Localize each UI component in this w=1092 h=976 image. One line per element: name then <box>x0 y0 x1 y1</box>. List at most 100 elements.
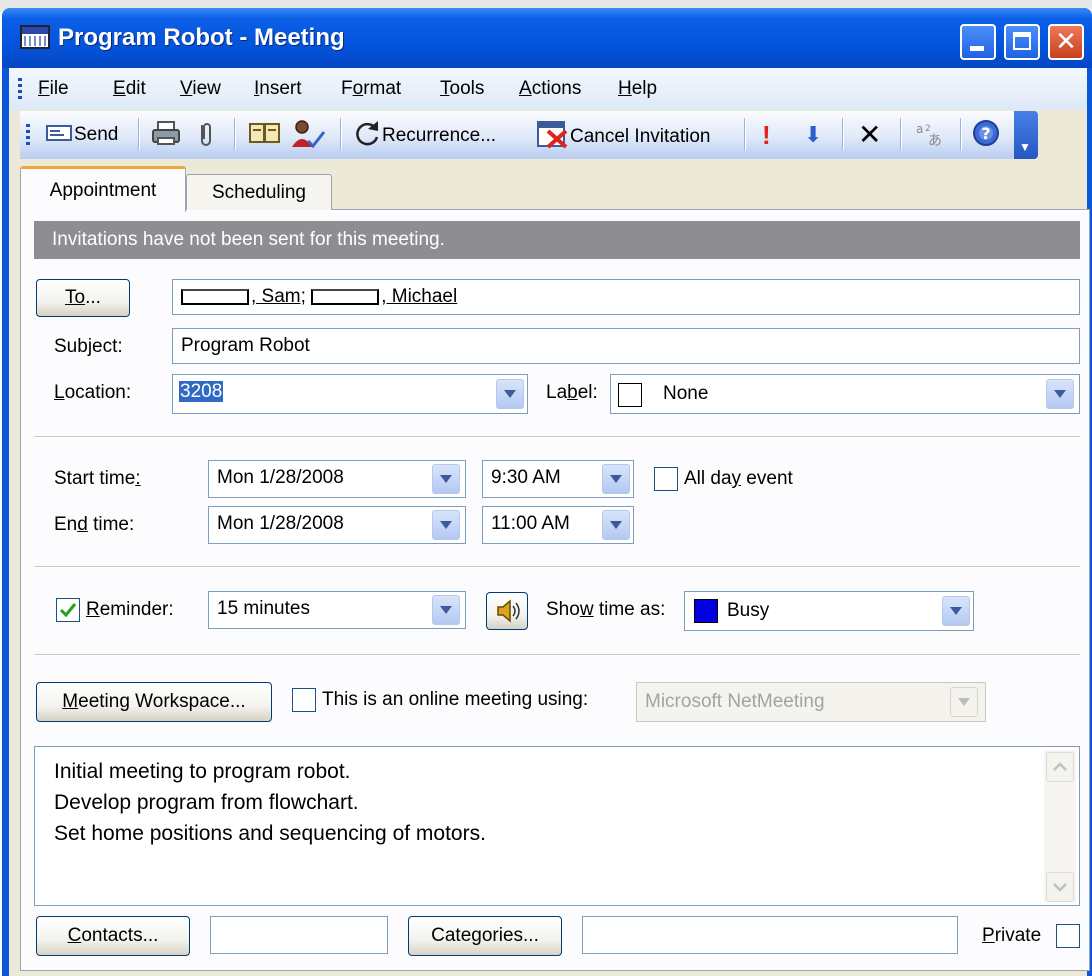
delete-icon: ✕ <box>858 119 882 150</box>
menu-help[interactable]: Help <box>618 78 657 100</box>
all-day-event-label[interactable]: All day event <box>684 468 793 490</box>
location-dropdown-button[interactable] <box>496 379 524 409</box>
online-meeting-dropdown-button[interactable] <box>950 687 978 717</box>
show-time-as-value: Busy <box>727 600 770 621</box>
end-time-label: End time: <box>54 514 135 535</box>
close-button[interactable]: ✕ <box>1048 24 1084 60</box>
chevron-down-icon <box>1053 883 1067 892</box>
translate-icon: a 2 あ <box>916 122 942 149</box>
attach-file-button[interactable] <box>196 119 216 151</box>
label-dropdown-button[interactable] <box>1046 379 1074 409</box>
svg-text:a: a <box>916 122 923 136</box>
online-meeting-combobox[interactable]: Microsoft NetMeeting <box>636 682 986 722</box>
to-field[interactable]: , Sam; , Michael <box>172 279 1080 315</box>
busy-color-swatch <box>694 599 718 623</box>
end-date-dropdown-button[interactable] <box>432 510 460 540</box>
label-combobox[interactable]: None <box>610 374 1080 414</box>
menu-actions[interactable]: Actions <box>519 78 581 100</box>
tab-appointment[interactable]: Appointment <box>20 166 186 212</box>
toolbar-separator <box>960 118 962 150</box>
check-names-icon <box>292 120 326 149</box>
tab-scheduling[interactable]: Scheduling <box>186 174 332 210</box>
show-time-as-label: Show time as: <box>546 599 666 620</box>
recurrence-button[interactable]: Recurrence... <box>352 119 496 151</box>
menu-edit[interactable]: Edit <box>113 78 146 100</box>
toolbar-options-button[interactable]: ▼ <box>1014 111 1038 159</box>
toolbar-separator <box>900 118 902 150</box>
toolbar-separator <box>138 118 140 150</box>
address-book-button[interactable] <box>248 119 282 151</box>
redacted-name <box>311 288 380 305</box>
reminder-sound-button[interactable] <box>486 592 528 630</box>
importance-high-icon: ! <box>762 120 771 150</box>
check-names-button[interactable] <box>290 119 326 151</box>
scroll-down-button[interactable] <box>1046 872 1074 902</box>
reminder-label[interactable]: Reminder: <box>86 599 174 621</box>
reminder-checkbox[interactable] <box>56 598 80 622</box>
importance-high-button[interactable]: ! <box>762 119 771 151</box>
label-color-swatch <box>618 383 642 407</box>
show-time-as-combobox[interactable]: Busy <box>684 591 974 631</box>
menu-view[interactable]: View <box>180 78 221 100</box>
to-button[interactable]: To... <box>36 279 130 317</box>
contacts-button[interactable]: Contacts... <box>36 916 190 956</box>
start-date-combobox[interactable]: Mon 1/28/2008 <box>208 460 466 498</box>
toolbar-separator <box>744 118 746 150</box>
translate-button[interactable]: a 2 あ <box>914 119 948 151</box>
location-combobox[interactable]: 3208 <box>172 374 528 414</box>
help-icon: ? <box>973 120 999 146</box>
toolbar-grip[interactable] <box>26 124 30 148</box>
reminder-dropdown-button[interactable] <box>432 595 460 625</box>
maximize-button[interactable] <box>1004 24 1040 60</box>
menu-format[interactable]: Format <box>341 78 401 100</box>
start-time-label: Start time: <box>54 468 141 489</box>
checkmark-icon <box>59 603 77 618</box>
menu-insert[interactable]: Insert <box>254 78 302 100</box>
address-book-icon <box>249 123 280 143</box>
importance-low-button[interactable]: ⬇ <box>804 119 822 151</box>
subject-input[interactable]: Program Robot <box>172 328 1080 364</box>
online-meeting-checkbox[interactable] <box>292 688 316 712</box>
end-time-dropdown-button[interactable] <box>602 510 630 540</box>
label-label: Label: <box>546 382 598 403</box>
calendar-icon[interactable] <box>20 25 50 49</box>
menu-file[interactable]: File <box>38 78 69 100</box>
delete-button[interactable]: ✕ <box>858 119 881 151</box>
notes-line: Initial meeting to program robot. <box>54 760 351 783</box>
help-button[interactable]: ? <box>972 119 1000 151</box>
divider <box>34 566 1080 568</box>
subject-label: Subject: <box>54 336 123 357</box>
print-button[interactable] <box>150 119 182 151</box>
online-meeting-label[interactable]: This is an online meeting using: <box>322 689 588 711</box>
send-button[interactable]: Send <box>46 119 118 151</box>
divider <box>34 436 1080 438</box>
divider <box>34 654 1080 656</box>
scroll-up-button[interactable] <box>1046 752 1074 782</box>
chevron-down-icon: ▼ <box>1019 140 1031 154</box>
label-value: None <box>663 383 709 404</box>
redacted-name <box>181 288 249 305</box>
print-icon <box>152 121 180 145</box>
private-checkbox[interactable] <box>1056 924 1080 948</box>
show-time-as-dropdown-button[interactable] <box>942 596 970 626</box>
start-date-dropdown-button[interactable] <box>432 464 460 494</box>
contacts-field[interactable] <box>210 916 388 954</box>
private-label[interactable]: Private <box>982 925 1041 947</box>
end-date-combobox[interactable]: Mon 1/28/2008 <box>208 506 466 544</box>
minimize-icon <box>970 46 984 51</box>
toolbar-separator <box>842 118 844 150</box>
reminder-combobox[interactable]: 15 minutes <box>208 591 466 629</box>
menubar-grip[interactable] <box>18 78 22 100</box>
menu-tools[interactable]: Tools <box>440 78 484 100</box>
cancel-invitation-button[interactable]: Cancel Invitation <box>536 119 710 151</box>
minimize-button[interactable] <box>960 24 996 60</box>
categories-field[interactable] <box>582 916 958 954</box>
cancel-invitation-icon <box>537 121 568 149</box>
start-time-dropdown-button[interactable] <box>602 464 630 494</box>
location-label: Location: <box>54 382 132 403</box>
importance-low-icon: ⬇ <box>804 122 823 147</box>
notes-text[interactable]: Initial meeting to program robot. Develo… <box>54 756 486 849</box>
meeting-workspace-button[interactable]: Meeting Workspace... <box>36 682 272 722</box>
all-day-event-checkbox[interactable] <box>654 467 678 491</box>
categories-button[interactable]: Categories... <box>408 916 562 956</box>
